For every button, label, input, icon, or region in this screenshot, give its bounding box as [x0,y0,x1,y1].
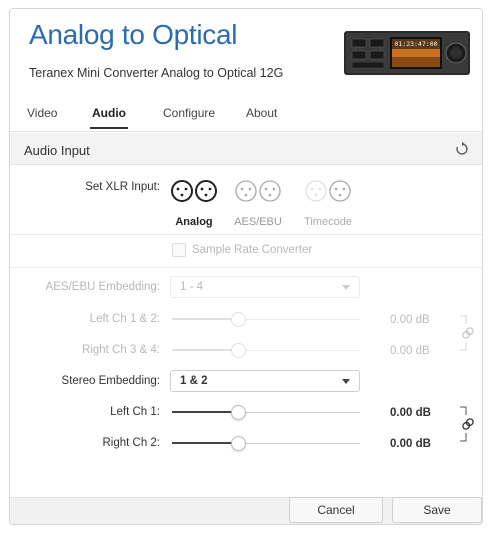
slider-knob[interactable] [231,405,246,420]
tab-about[interactable]: About [246,106,277,120]
aes-right-ch-slider[interactable] [172,343,360,359]
slider-knob[interactable] [231,343,246,358]
divider [10,234,482,235]
slider-knob[interactable] [231,436,246,451]
stereo-right-ch-value: 0.00 dB [390,438,431,450]
link-channels-icon[interactable] [458,314,476,352]
aes-left-ch-value: 0.00 dB [390,314,430,326]
xlr-input-label: Set XLR Input: [85,181,160,193]
aes-embedding-value: 1 - 4 [180,281,204,293]
stereo-left-ch-slider[interactable] [172,405,360,421]
slider-knob[interactable] [231,312,246,327]
stereo-embedding-value: 1 & 2 [180,375,208,387]
xlr-option-analog[interactable]: Analog [170,179,218,228]
stereo-left-ch-label: Left Ch 1: [110,406,160,418]
section-title: Audio Input [24,143,90,158]
converter-device-icon: 01:23:47:00 [344,31,470,75]
tab-bar: Video Audio Configure About [10,106,482,134]
cancel-button[interactable]: Cancel [289,497,383,523]
xlr-connector-icon [235,180,281,202]
link-channels-icon[interactable] [458,405,476,443]
section-header: Audio Input [10,133,482,165]
xlr-option-label: Timecode [304,216,352,228]
divider [10,267,482,268]
aes-embedding-label: AES/EBU Embedding: [45,281,160,293]
aes-embedding-select[interactable]: 1 - 4 [170,276,360,298]
aes-right-ch-value: 0.00 dB [390,345,430,357]
tab-divider [10,131,482,132]
stereo-right-ch-label: Right Ch 2: [102,437,160,449]
tab-audio[interactable]: Audio [90,106,128,129]
xlr-option-aes-ebu[interactable]: AES/EBU [234,179,282,228]
device-timecode: 01:23:47:00 [394,40,437,48]
save-button[interactable]: Save [392,497,482,523]
page-title: Analog to Optical [29,19,238,50]
stereo-right-ch-slider[interactable] [172,436,360,452]
xlr-option-timecode[interactable]: Timecode [304,179,352,228]
aes-left-ch-slider[interactable] [172,312,360,328]
reset-icon[interactable] [454,141,470,157]
aes-right-ch-label: Right Ch 3 & 4: [82,344,160,356]
stereo-embedding-label: Stereo Embedding: [61,375,160,387]
chevron-down-icon [342,285,350,290]
app-window: Analog to Optical Teranex Mini Converter… [9,8,483,525]
tab-video[interactable]: Video [27,106,57,120]
page-subtitle: Teranex Mini Converter Analog to Optical… [29,66,284,80]
xlr-option-label: Analog [175,216,213,228]
tab-configure[interactable]: Configure [163,106,215,120]
xlr-connector-icon [171,180,217,202]
sample-rate-label: Sample Rate Converter [192,244,313,256]
xlr-option-label: AES/EBU [234,216,282,228]
sample-rate-checkbox[interactable] [172,243,186,257]
aes-left-ch-label: Left Ch 1 & 2: [89,313,160,325]
stereo-embedding-select[interactable]: 1 & 2 [170,370,360,392]
xlr-connector-icon [305,180,351,202]
chevron-down-icon [342,379,350,384]
stereo-left-ch-value: 0.00 dB [390,407,431,419]
